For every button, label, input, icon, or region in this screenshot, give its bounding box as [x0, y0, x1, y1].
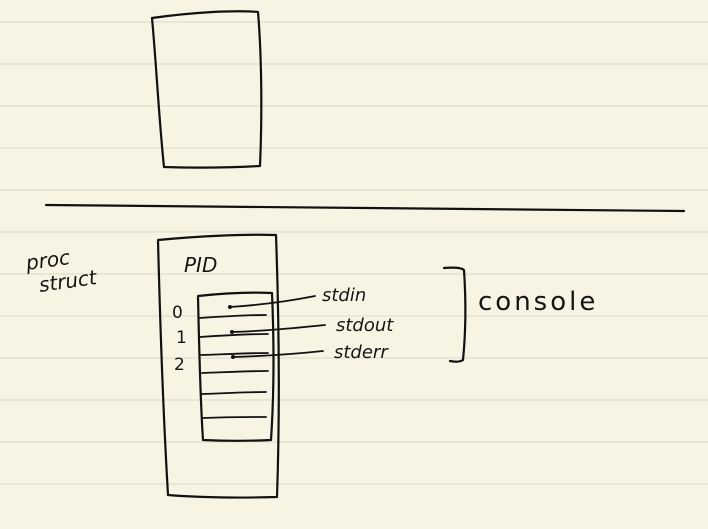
console-label: console [478, 287, 598, 317]
stderr-label: stderr [334, 342, 389, 363]
stdout-label: stdout [336, 315, 394, 336]
pid-label: PID [184, 253, 217, 277]
ruled-lines [0, 21, 708, 485]
fd-index-2: 2 [174, 355, 185, 375]
console-bracket [442, 266, 467, 363]
diagram-svg: proc struct PID 0 1 2 stdin stdout stder… [0, 10, 708, 499]
top-box [150, 10, 263, 169]
fd-index-0: 0 [172, 303, 183, 323]
divider-line [44, 203, 686, 213]
stdin-label: stdin [322, 285, 366, 306]
fd-index-1: 1 [176, 328, 187, 348]
whiteboard-page: proc struct PID 0 1 2 stdin stdout stder… [0, 0, 708, 524]
